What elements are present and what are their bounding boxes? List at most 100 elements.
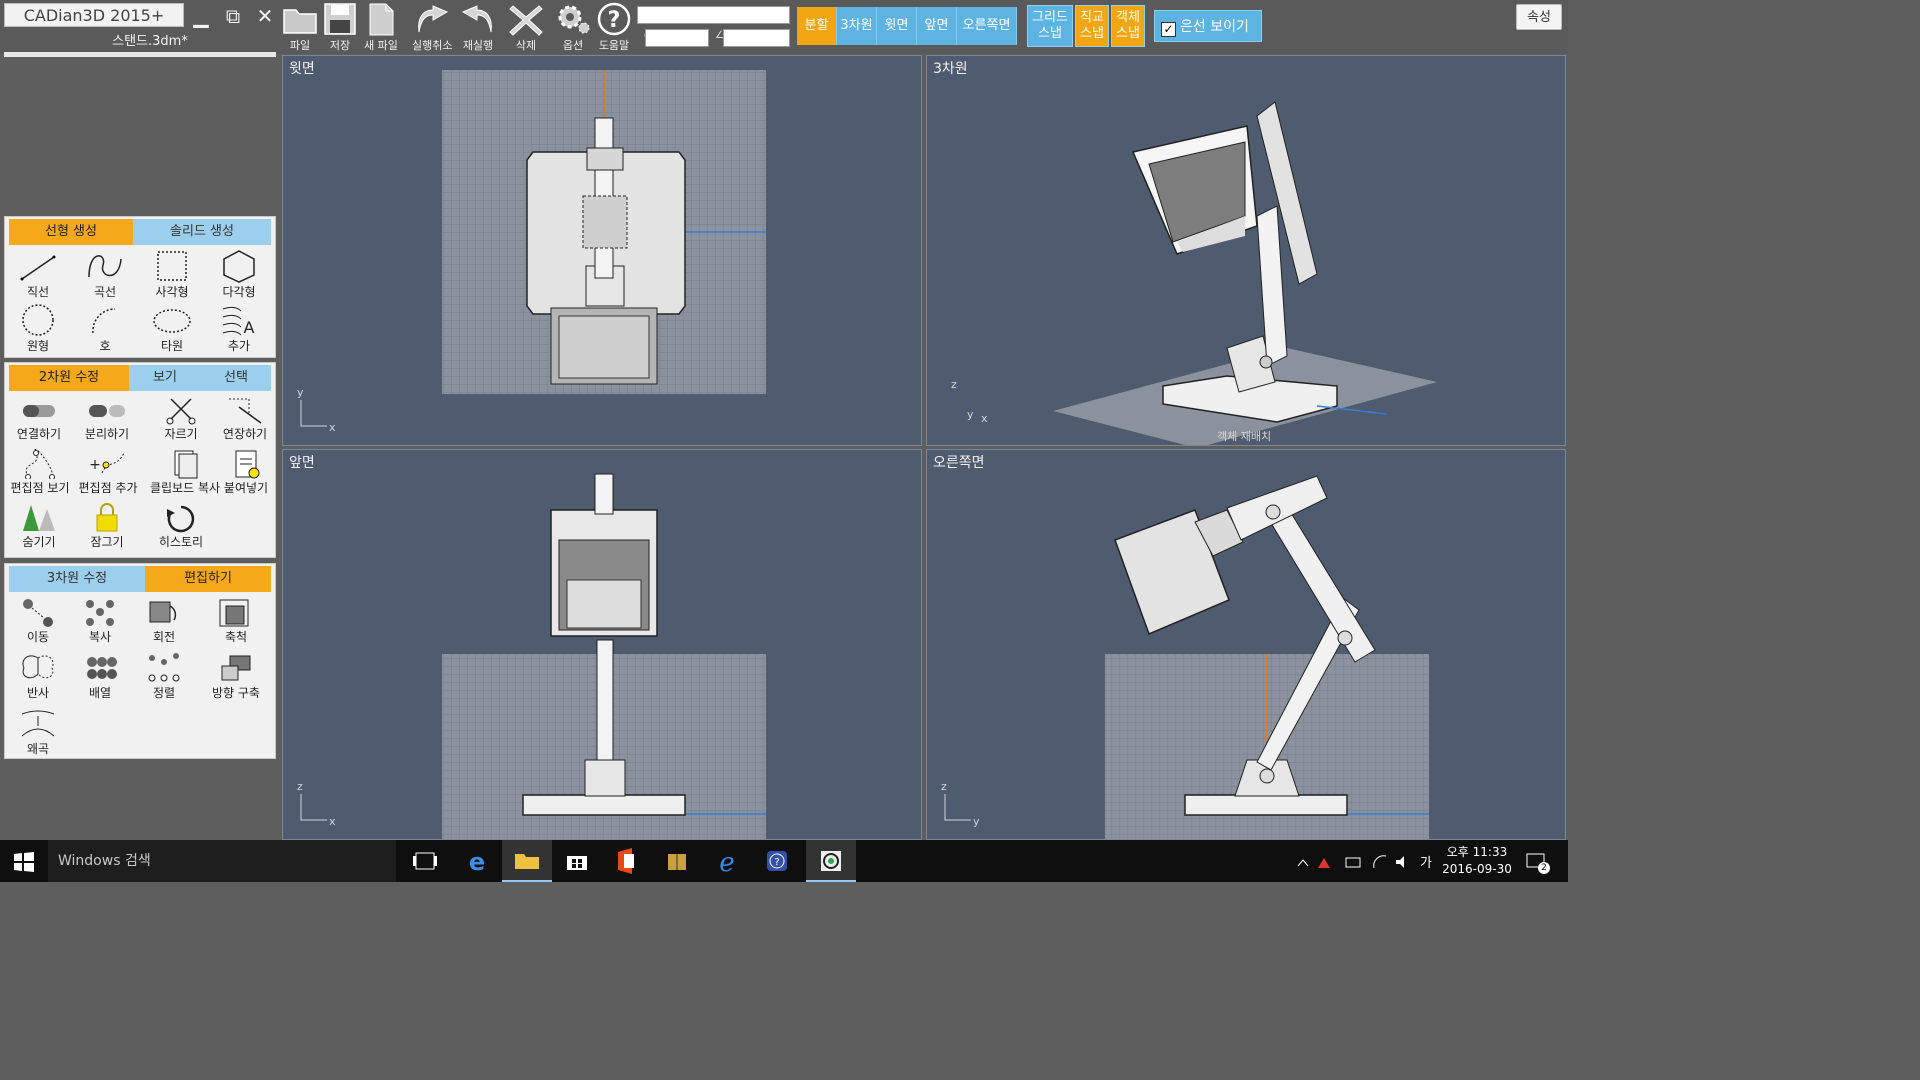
viewport-top[interactable]: 윗면 y x bbox=[282, 55, 922, 446]
redo-button-label: 재실행 bbox=[462, 39, 494, 52]
tool-extend[interactable]: 연장하기 bbox=[211, 395, 279, 442]
tool-show-edit-points[interactable]: 편집점 보기 bbox=[5, 449, 75, 496]
floppy-icon bbox=[324, 3, 356, 35]
tool-explode[interactable]: 분리하기 bbox=[73, 395, 141, 442]
tool-lock[interactable]: 잠그기 bbox=[73, 503, 141, 550]
tool-circle[interactable]: 원형 bbox=[5, 303, 71, 354]
task-view-button[interactable] bbox=[400, 840, 450, 882]
tool-trim[interactable]: 자르기 bbox=[147, 395, 215, 442]
tool-hide[interactable]: 숨기기 bbox=[5, 503, 73, 550]
options-button[interactable]: 옵션 bbox=[553, 2, 593, 52]
viewport-front[interactable]: 앞면 z x bbox=[282, 449, 922, 840]
help-app-button[interactable]: ? bbox=[752, 840, 802, 882]
tool-join[interactable]: 연결하기 bbox=[5, 395, 73, 442]
angle-input[interactable] bbox=[723, 29, 790, 47]
ortho-snap-button[interactable]: 직교 스냅 bbox=[1075, 5, 1109, 47]
grid-snap-button[interactable]: 그리드 스냅 bbox=[1027, 5, 1073, 47]
tab-view[interactable]: 보기 bbox=[129, 365, 201, 391]
options-button-label: 옵션 bbox=[562, 39, 584, 52]
tool-paste-label: 붙여넣기 bbox=[223, 481, 269, 495]
file-button[interactable]: 파일 bbox=[280, 2, 320, 52]
tool-add-edit-point[interactable]: + 편집점 추가 bbox=[75, 449, 141, 496]
ellipse-icon bbox=[153, 309, 191, 333]
tab-select[interactable]: 선택 bbox=[201, 365, 271, 391]
store-button[interactable] bbox=[552, 840, 602, 882]
show-hidden-lines-toggle[interactable]: ✓ 은선 보이기 bbox=[1154, 10, 1262, 42]
internet-explorer-button[interactable]: e bbox=[702, 840, 752, 882]
office-button[interactable] bbox=[602, 840, 652, 882]
view-3d-button[interactable]: 3차원 bbox=[837, 7, 877, 45]
edge-button[interactable]: e bbox=[452, 840, 502, 882]
view-split-button[interactable]: 분할 bbox=[797, 7, 837, 45]
tool-arc[interactable]: 호 bbox=[72, 303, 138, 354]
app-taskbar-button[interactable] bbox=[652, 840, 702, 882]
tool-clipboard-copy[interactable]: 클립보드 복사 bbox=[147, 449, 223, 496]
taskbar-clock[interactable]: 오후 11:33 2016-09-30 bbox=[1432, 844, 1522, 878]
ortho-snap-label-1: 직교 bbox=[1080, 10, 1104, 25]
save-button[interactable]: 저장 bbox=[320, 2, 360, 52]
front-axis-z: z bbox=[297, 780, 303, 793]
lock-icon bbox=[96, 503, 118, 532]
tool-copy[interactable]: 복사 bbox=[67, 596, 133, 645]
tab-editing[interactable]: 편집하기 bbox=[145, 566, 271, 592]
taskbar-search-input[interactable]: Windows 검색 bbox=[48, 840, 396, 882]
tool-orient-label: 방향 구축 bbox=[212, 686, 260, 700]
maximize-button[interactable]: ⧉ bbox=[220, 4, 246, 28]
new-file-button[interactable]: 새 파일 bbox=[361, 2, 401, 52]
tool-mirror-label: 반사 bbox=[26, 686, 50, 700]
close-button[interactable]: ✕ bbox=[252, 4, 278, 28]
tool-rectangle[interactable]: 사각형 bbox=[139, 249, 205, 300]
tool-scale[interactable]: 축척 bbox=[203, 596, 269, 645]
command-input[interactable] bbox=[637, 6, 790, 24]
task-view-icon bbox=[413, 852, 437, 870]
tool-rotate[interactable]: 회전 bbox=[131, 596, 197, 645]
delete-button[interactable]: 삭제 bbox=[506, 2, 546, 52]
tool-paste[interactable]: 붙여넣기 bbox=[213, 449, 279, 496]
help-button[interactable]: ? 도움말 bbox=[594, 2, 634, 52]
store-icon bbox=[567, 856, 587, 870]
gift-box-icon bbox=[668, 854, 686, 870]
svg-text:e: e bbox=[469, 848, 485, 876]
view-right-button[interactable]: 오른쪽면 bbox=[957, 7, 1017, 45]
tool-mirror[interactable]: 반사 bbox=[5, 652, 71, 701]
svg-text:+: + bbox=[89, 457, 101, 473]
tool-ellipse[interactable]: 타원 bbox=[139, 303, 205, 354]
hidden-lines-checkbox[interactable]: ✓ bbox=[1161, 22, 1176, 37]
tab-solid-create[interactable]: 솔리드 생성 bbox=[133, 219, 271, 245]
properties-button[interactable]: 속성 bbox=[1516, 4, 1562, 30]
tool-rotate-label: 회전 bbox=[152, 630, 176, 644]
tool-extend-label: 연장하기 bbox=[222, 427, 268, 441]
viewport-right[interactable]: 오른쪽면 z y bbox=[926, 449, 1566, 840]
tool-more[interactable]: A 추가 bbox=[206, 303, 272, 354]
tab-3d-edit[interactable]: 3차원 수정 bbox=[9, 566, 145, 592]
tab-2d-edit[interactable]: 2차원 수정 bbox=[9, 365, 129, 391]
distance-input[interactable] bbox=[645, 29, 709, 47]
tab-linear-create[interactable]: 선형 생성 bbox=[9, 219, 133, 245]
windows-start-icon[interactable] bbox=[14, 852, 34, 872]
view-top-button[interactable]: 윗면 bbox=[877, 7, 917, 45]
tool-line[interactable]: 직선 bbox=[5, 249, 71, 300]
tool-history[interactable]: 히스토리 bbox=[147, 503, 215, 550]
tray-language[interactable]: 가 bbox=[1420, 852, 1432, 871]
tool-move[interactable]: 이동 bbox=[5, 596, 71, 645]
viewport-3d[interactable]: 3차원 z y x 객체 재배치 bbox=[926, 55, 1566, 446]
tool-polygon-label: 다각형 bbox=[222, 285, 256, 299]
redo-button[interactable]: 재실행 bbox=[458, 2, 498, 52]
minimize-button[interactable]: ▁ bbox=[188, 4, 214, 28]
tool-curve[interactable]: 곡선 bbox=[72, 249, 138, 300]
object-snap-button[interactable]: 객체 스냅 bbox=[1111, 5, 1145, 47]
tool-align[interactable]: 정렬 bbox=[131, 652, 197, 701]
tool-array[interactable]: 배열 bbox=[67, 652, 133, 701]
save-button-label: 저장 bbox=[329, 39, 351, 52]
tool-orient[interactable]: 방향 구축 bbox=[203, 652, 269, 701]
butterfly-icon bbox=[22, 655, 54, 679]
document-progress-bar bbox=[4, 52, 276, 57]
tool-polygon[interactable]: 다각형 bbox=[206, 249, 272, 300]
svg-text:e: e bbox=[719, 848, 734, 878]
view-front-button[interactable]: 앞면 bbox=[917, 7, 957, 45]
undo-button[interactable]: 실행취소 bbox=[412, 2, 452, 52]
file-explorer-button[interactable] bbox=[502, 840, 552, 882]
tool-warp[interactable]: 왜곡 bbox=[5, 708, 71, 757]
reposition-overlay-label[interactable]: 객체 재배치 bbox=[1217, 428, 1271, 444]
cadian-taskbar-button[interactable] bbox=[806, 840, 856, 882]
